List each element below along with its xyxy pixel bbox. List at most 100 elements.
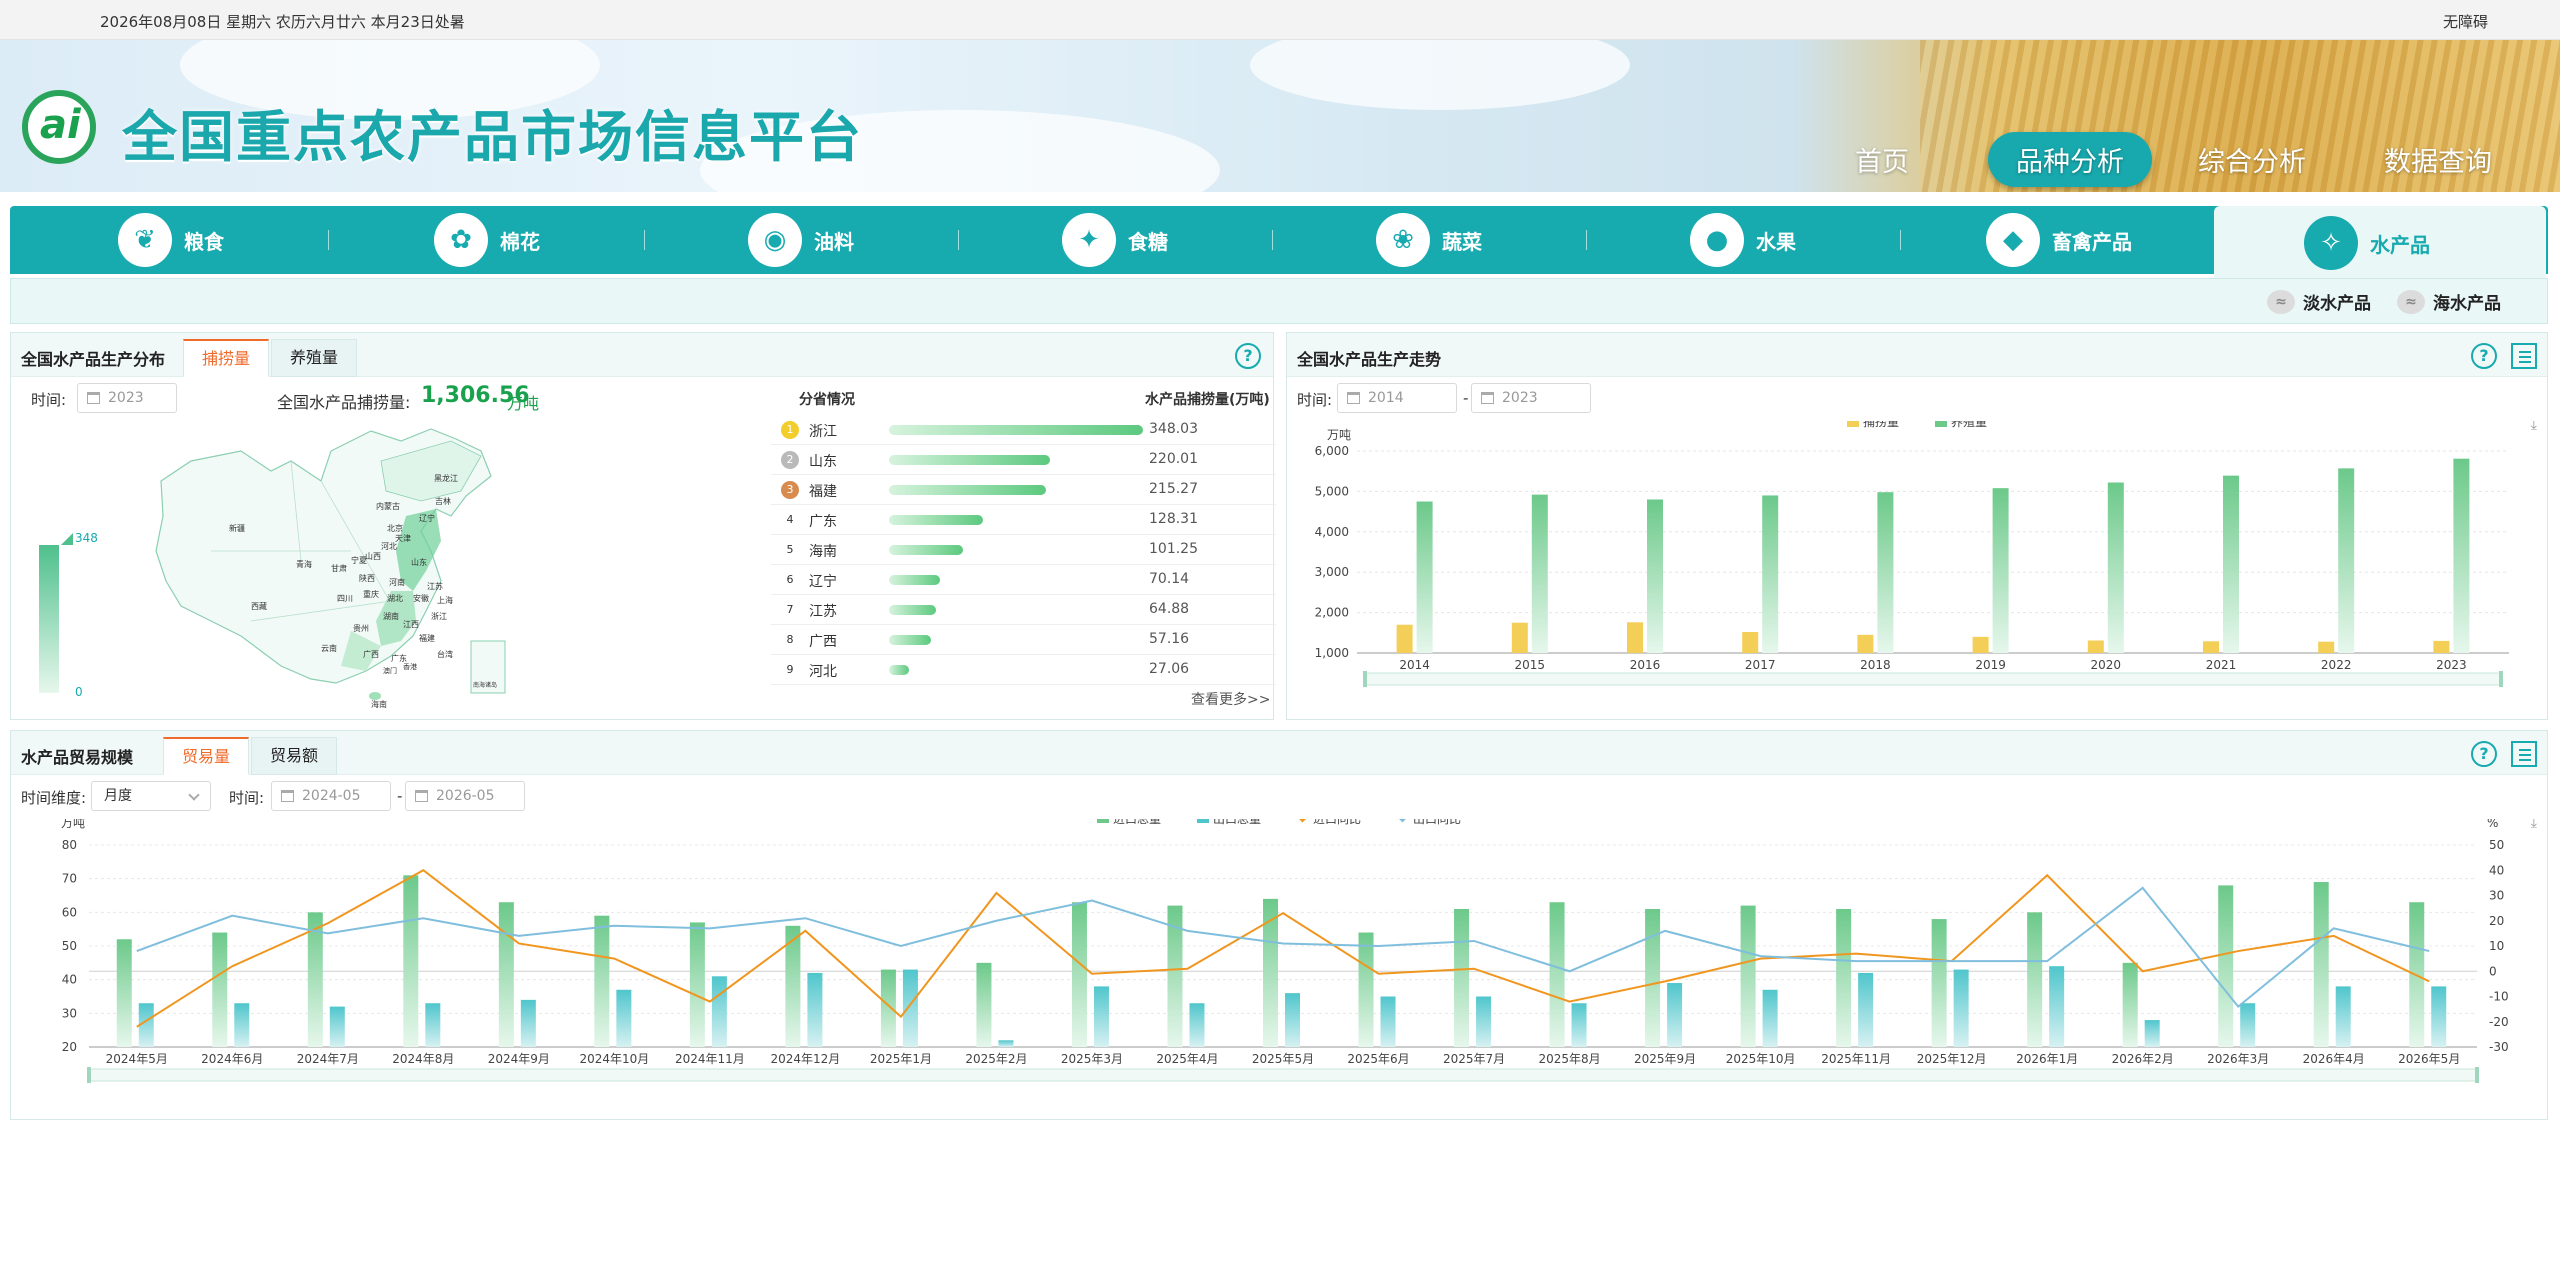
view-more-link[interactable]: 查看更多>> [1191,689,1270,709]
export-bar [711,976,727,1047]
ranking-row[interactable]: 8 广西 57.16 [771,625,1276,655]
category-sugar[interactable]: ✦ 食糖 [1062,206,1168,274]
legend-label: 出口总量 [1213,819,1261,826]
catch-bar [1627,622,1643,653]
legend-swatch [1297,819,1308,823]
current-date: 2026年08月08日 星期六 农历六月廿六 本月23日处暑 [100,13,465,31]
category-label: 油料 [814,229,854,254]
category-grain[interactable]: ❦ 粮食 [118,206,224,274]
time-dimension-select[interactable]: 月度 [91,781,211,811]
legend-handle-icon[interactable] [61,533,73,545]
aquaculture-bar [2107,482,2124,653]
end-year-input[interactable]: 2023 [1471,383,1591,413]
ranking-row[interactable]: 1 浙江 348.03 [771,415,1276,445]
ranking-bar [889,455,1050,465]
start-year-input[interactable]: 2014 [1337,383,1457,413]
category-fruit[interactable]: ● 水果 [1690,206,1796,274]
ranking-bar [889,605,937,615]
legend-swatch [1097,819,1109,823]
map-label: 贵州 [353,623,369,633]
ranking-row[interactable]: 6 辽宁 70.14 [771,565,1276,595]
help-icon[interactable]: ? [2471,741,2497,767]
site-logo[interactable]: ai [22,90,96,164]
calendar-icon [1347,392,1360,404]
import-bar [1931,919,1947,1047]
range-dash: - [1463,389,1469,407]
category-label: 棉花 [500,229,540,254]
nav-data-query[interactable]: 数据查询 [2384,140,2492,179]
y-tick-label: 40 [62,973,77,987]
time-dimension-value: 月度 [104,788,132,804]
ranking-row[interactable]: 7 江苏 64.88 [771,595,1276,625]
calendar-icon [281,790,294,802]
category-cotton[interactable]: ✿ 棉花 [434,206,540,274]
x-tick-label: 2025年2月 [965,1052,1027,1066]
y-tick-label: 50 [62,939,77,953]
category-label: 水产品 [2370,232,2430,257]
table-view-icon[interactable] [2511,343,2537,369]
x-tick-label: 2024年5月 [106,1052,168,1066]
tab-catch[interactable]: 捕捞量 [183,339,270,377]
end-month-input[interactable]: 2026-05 [405,781,525,811]
accessibility-link[interactable]: 无障碍 [2443,11,2488,32]
x-tick-label: 2026年4月 [2303,1052,2365,1066]
legend-label: 捕捞量 [1863,421,1899,429]
table-view-icon[interactable] [2511,741,2537,767]
y-tick-label: 80 [62,838,77,852]
y2-tick-label: -10 [2489,990,2509,1004]
catch-bar [2318,641,2335,653]
subcategory-freshwater[interactable]: ≈ 淡水产品 [2267,289,2371,314]
tab-trade-value[interactable]: 贸易额 [251,737,338,775]
divider [1586,230,1587,250]
y-axis-label: 万吨 [61,819,85,830]
x-tick-label: 2015 [1515,658,1546,672]
y-tick-label: 20 [62,1040,77,1054]
subcategory-seawater[interactable]: ≈ 海水产品 [2397,289,2501,314]
help-icon[interactable]: ? [1235,343,1261,369]
aquaculture-bar [1992,488,2009,653]
top-info-bar: 2026年08月08日 星期六 农历六月廿六 本月23日处暑 无障碍 [0,0,2560,40]
y2-tick-label: 10 [2489,939,2504,953]
export-bar [329,1006,345,1047]
map-label: 河北 [381,541,397,551]
nav-variety-analysis[interactable]: 品种分析 [1988,132,2152,187]
nav-home[interactable]: 首页 [1855,140,1909,179]
production-trend-panel: 全国水产品生产走势 ? 时间: 2014 - 2023 1,000 2,000 3,… [1286,332,2548,720]
ranking-row[interactable]: 3 福建 215.27 [771,475,1276,505]
x-tick-label: 2025年11月 [1821,1052,1891,1066]
category-vegetable[interactable]: ❀ 蔬菜 [1376,206,1482,274]
tab-trade-volume[interactable]: 贸易量 [163,737,250,775]
tab-aquaculture[interactable]: 养殖量 [271,339,358,377]
category-oil[interactable]: ◉ 油料 [748,206,854,274]
export-bar [1285,993,1300,1047]
ranking-row[interactable]: 4 广东 128.31 [771,505,1276,535]
category-livestock[interactable]: ◆ 畜禽产品 [1986,206,2132,274]
category-aquatic[interactable]: ✧ 水产品 [2214,206,2546,280]
ranking-row[interactable]: 9 河北 27.06 [771,655,1276,685]
ranking-value: 57.16 [1149,631,1190,647]
year-input[interactable]: 2023 [77,383,177,413]
start-month-input[interactable]: 2024-05 [271,781,391,811]
province-name: 山东 [809,454,837,470]
ranking-row[interactable]: 5 海南 101.25 [771,535,1276,565]
grain-icon: ❦ [118,213,172,267]
x-tick-label: 2025年3月 [1061,1052,1123,1066]
ranking-row[interactable]: 2 山东 220.01 [771,445,1276,475]
legend-label: 养殖量 [1951,421,1987,429]
nav-comprehensive-analysis[interactable]: 综合分析 [2198,140,2306,179]
y2-tick-label: 30 [2489,889,2504,903]
map-label: 山西 [365,551,381,561]
aquaculture-bar [1647,499,1663,653]
china-map[interactable]: 黑龙江 吉林 辽宁 内蒙古 北京 天津 河北 山西 山东 新疆 青海 西藏 甘肃… [151,421,531,711]
range-slider [1364,672,2502,686]
ranking-value: 348.03 [1149,421,1198,437]
divider [328,230,329,250]
export-bar [1953,969,1969,1047]
subcategory-label: 淡水产品 [2303,294,2371,314]
value-legend-gradient[interactable] [39,545,59,693]
aquaculture-bar [1762,495,1779,653]
help-icon[interactable]: ? [2471,343,2497,369]
cotton-icon: ✿ [434,213,488,267]
meat-icon: ◆ [1986,213,2040,267]
catch-bar [1511,622,1528,653]
